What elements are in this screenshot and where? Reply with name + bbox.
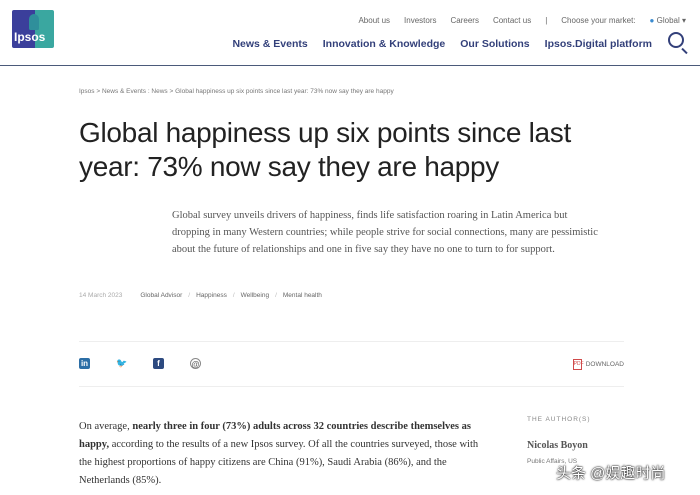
main-nav: News & Events Innovation & Knowledge Our… xyxy=(232,38,652,50)
share-bar: in 🐦 f @ xyxy=(79,358,201,369)
market-label: Choose your market: xyxy=(561,16,636,25)
nav-news-events[interactable]: News & Events xyxy=(232,38,307,50)
facebook-icon[interactable]: f xyxy=(153,358,164,369)
globe-icon: ● xyxy=(649,16,655,25)
divider xyxy=(79,386,624,387)
market-select[interactable]: Global ▾ xyxy=(657,16,686,25)
search-icon[interactable] xyxy=(668,32,684,48)
utility-nav: About us Investors Careers Contact us | … xyxy=(358,16,686,25)
ipsos-logo[interactable]: Ipsos xyxy=(12,10,54,48)
link-contact[interactable]: Contact us xyxy=(493,16,531,25)
tag[interactable]: Wellbeing xyxy=(241,292,269,299)
link-investors[interactable]: Investors xyxy=(404,16,436,25)
site-header: Ipsos About us Investors Careers Contact… xyxy=(0,0,700,66)
linkedin-icon[interactable]: in xyxy=(79,358,90,369)
link-careers[interactable]: Careers xyxy=(451,16,479,25)
tag[interactable]: Mental health xyxy=(283,292,322,299)
divider xyxy=(79,341,624,342)
tag[interactable]: Happiness xyxy=(196,292,227,299)
link-about[interactable]: About us xyxy=(358,16,390,25)
article-meta: 14 March 2023 Global Advisor / Happiness /… xyxy=(79,292,322,299)
page-title: Global happiness up six points since las… xyxy=(79,117,571,182)
author-name[interactable]: Nicolas Boyon xyxy=(527,440,588,451)
breadcrumb[interactable]: Ipsos > News & Events : News > Global ha… xyxy=(79,88,394,95)
nav-innovation[interactable]: Innovation & Knowledge xyxy=(323,38,446,50)
watermark: 头条 @娱趣时尚 xyxy=(556,465,666,482)
download-button[interactable]: PDF DOWNLOAD xyxy=(572,359,624,370)
email-icon[interactable]: @ xyxy=(190,358,201,369)
article-lede: Global survey unveils drivers of happine… xyxy=(172,210,598,255)
twitter-icon[interactable]: 🐦 xyxy=(116,358,127,369)
authors-heading: THE AUTHOR(S) xyxy=(527,416,591,423)
nav-digital[interactable]: Ipsos.Digital platform xyxy=(545,38,652,50)
divider: | xyxy=(545,16,548,25)
nav-solutions[interactable]: Our Solutions xyxy=(460,38,529,50)
pdf-icon: PDF xyxy=(572,359,584,370)
publish-date: 14 March 2023 xyxy=(79,292,123,299)
tag[interactable]: Global Advisor xyxy=(140,292,182,299)
article-body: On average, nearly three in four (73%) a… xyxy=(79,421,479,486)
